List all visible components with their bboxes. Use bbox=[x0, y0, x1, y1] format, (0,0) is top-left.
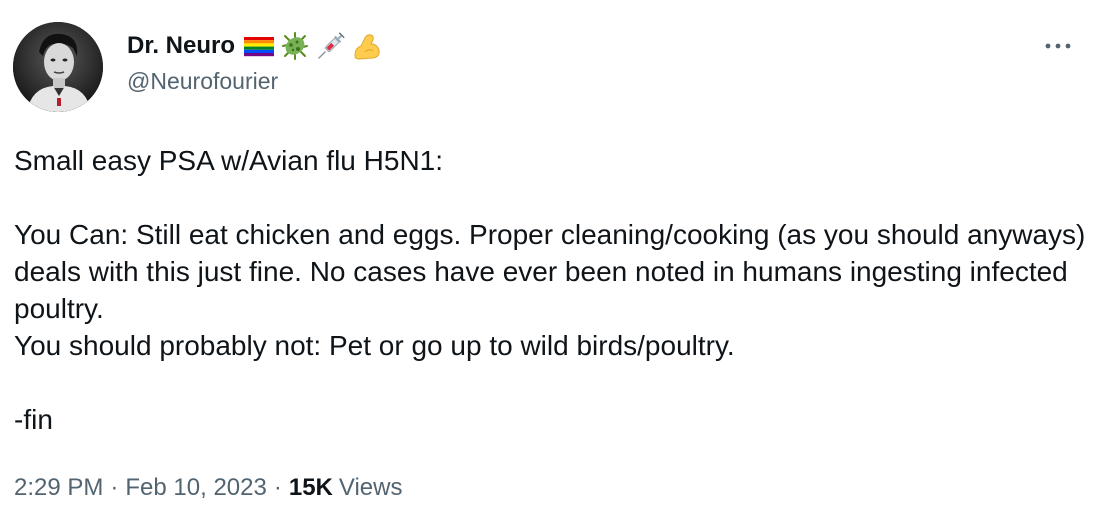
avatar-photo-icon bbox=[13, 22, 103, 112]
flexed-biceps-icon bbox=[351, 30, 383, 62]
tweet-header: Dr. Neuro @Neurofourier bbox=[127, 28, 387, 95]
display-name[interactable]: Dr. Neuro bbox=[127, 32, 235, 60]
rainbow-flag-icon bbox=[243, 30, 275, 62]
user-handle[interactable]: @Neurofourier bbox=[127, 68, 387, 95]
tweet-date[interactable]: Feb 10, 2023 bbox=[125, 474, 266, 502]
views-count[interactable]: 15K bbox=[289, 474, 333, 502]
views-label: Views bbox=[338, 474, 403, 501]
avatar[interactable] bbox=[13, 22, 103, 112]
name-row: Dr. Neuro bbox=[127, 28, 387, 64]
syringe-icon bbox=[315, 30, 347, 62]
more-dots-icon bbox=[1045, 43, 1071, 49]
separator: · bbox=[273, 474, 282, 501]
tweet-metadata: 2:29 PM · Feb 10, 2023 · 15K Views bbox=[14, 474, 402, 502]
microbe-icon bbox=[279, 30, 311, 62]
tweet-card: Dr. Neuro @Neurofourier Small easy PSA w… bbox=[0, 0, 1105, 525]
more-options-button[interactable] bbox=[1040, 34, 1076, 58]
separator: · bbox=[110, 474, 119, 501]
tweet-time[interactable]: 2:29 PM bbox=[14, 474, 103, 502]
tweet-text: Small easy PSA w/Avian flu H5N1: You Can… bbox=[14, 145, 1086, 435]
